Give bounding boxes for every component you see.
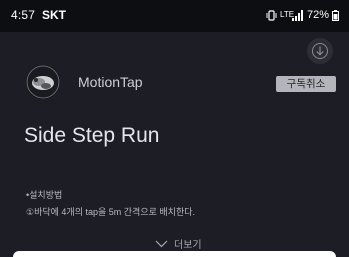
status-icons: LTE 72% <box>266 8 339 22</box>
bottom-sheet <box>13 251 336 257</box>
battery-icon <box>332 9 339 21</box>
status-carrier: SKT <box>42 8 66 22</box>
download-button[interactable] <box>307 38 333 64</box>
app-name: MotionTap <box>78 74 143 90</box>
battery-level: 72% <box>306 9 329 21</box>
app-avatar <box>26 65 60 99</box>
more-label: 더보기 <box>174 240 202 251</box>
install-heading: •설치방법 <box>26 190 63 200</box>
download-icon <box>312 43 328 59</box>
network-icon: LTE <box>279 10 295 19</box>
more-button[interactable]: 더보기 <box>155 236 202 251</box>
chevron-down-icon <box>155 240 168 247</box>
status-time: 4:57 <box>11 8 36 22</box>
app-logo-image <box>26 65 60 99</box>
status-bar: 4:57 SKT LTE 72% <box>0 0 349 32</box>
install-step: ①바닥에 4개의 tap을 5m 간격으로 배치한다. <box>26 207 196 217</box>
signal-icon <box>291 9 303 21</box>
page-title: Side Step Run <box>24 124 160 147</box>
unsubscribe-button[interactable]: 구독취소 <box>276 76 336 92</box>
vibrate-icon <box>266 9 277 21</box>
